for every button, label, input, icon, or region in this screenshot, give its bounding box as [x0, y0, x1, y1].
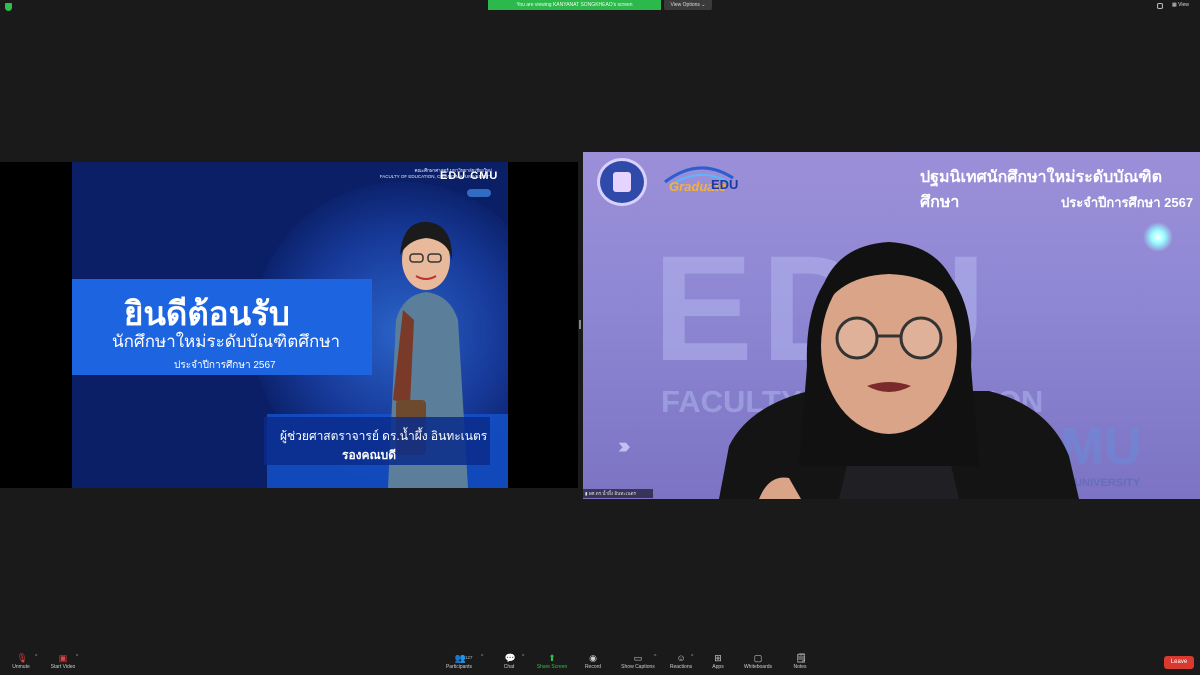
notes-label: Notes	[793, 664, 807, 670]
chat-icon: 💬	[504, 653, 516, 663]
captions-icon: ▭	[633, 653, 643, 663]
start-video-label: Start Video	[50, 664, 76, 670]
muted-microphone-icon: 🎙	[16, 653, 28, 663]
participants-button[interactable]: 👥 Participants	[440, 650, 478, 675]
security-shield-icon[interactable]	[5, 3, 12, 11]
slide-presenter-position: รองคณบดี	[342, 448, 397, 462]
whiteboards-button[interactable]: ▢ Whiteboards	[738, 650, 778, 675]
leave-button[interactable]: Leave	[1164, 656, 1194, 669]
camera-subtitle: ประจำปีการศึกษา 2567	[1061, 195, 1194, 210]
participants-count: 127	[465, 655, 473, 660]
view-options-button[interactable]: View Options ⌄	[664, 0, 712, 10]
view-label: View	[1178, 2, 1189, 8]
whiteboard-icon: ▢	[753, 653, 763, 663]
panel-resize-handle[interactable]	[579, 320, 581, 329]
participant-video-person	[719, 242, 1079, 499]
share-screen-label: Share Screen	[536, 664, 568, 670]
video-options-caret[interactable]: ^	[76, 654, 78, 660]
record-label: Record	[584, 664, 602, 670]
video-off-icon: ▣	[58, 653, 68, 663]
share-screen-icon: ⬆	[548, 653, 556, 663]
apps-button[interactable]: ⊞ Apps	[708, 650, 728, 675]
chat-label: Chat	[503, 664, 515, 670]
show-captions-label: Show Captions	[621, 664, 655, 670]
slide-academic-year: ประจำปีการศึกษา 2567	[174, 360, 276, 371]
participant-name-tag: ▮ ผศ.ดร.น้ำผึ้ง อินทะเนตร	[583, 489, 653, 498]
audio-options-caret[interactable]: ^	[35, 654, 37, 660]
whiteboards-label: Whiteboards	[743, 664, 773, 670]
record-button[interactable]: ◉ Record	[580, 650, 606, 675]
unmute-button[interactable]: 🎙 Unmute	[8, 650, 34, 675]
user-icon[interactable]	[1157, 3, 1163, 9]
participant-video-panel: EDU FACULTY OF EDUCATION CMU MAI UNIVERS…	[583, 152, 1200, 499]
reactions-options-caret[interactable]: ^	[691, 654, 693, 660]
participants-options-caret[interactable]: ^	[481, 654, 483, 660]
slide-presenter-name: ผู้ช่วยศาสตราจารย์ ดร.น้ำผึ้ง อินทะเนตร	[280, 429, 488, 443]
participant-name-label: ผศ.ดร.น้ำผึ้ง อินทะเนตร	[588, 491, 636, 496]
share-screen-button[interactable]: ⬆ Share Screen	[532, 650, 572, 675]
participants-icon: 👥	[454, 653, 466, 663]
notes-button[interactable]: 🗒 Notes	[788, 650, 812, 675]
chat-button[interactable]: 💬 Chat	[498, 650, 520, 675]
presentation-slide: คณะศึกษาศาสตร์ มหาวิทยาลัยเชียงใหม่ FACU…	[72, 162, 508, 488]
edu-logo-text: EDU	[711, 177, 739, 192]
captions-options-caret[interactable]: ^	[654, 654, 656, 660]
view-options-label: View Options	[670, 2, 700, 8]
participants-label: Participants	[445, 664, 473, 670]
reactions-label: Reactions	[669, 664, 693, 670]
record-icon: ◉	[589, 653, 597, 663]
reactions-icon: ☺	[676, 653, 686, 663]
edu-cmu-logo: EDU CMU	[440, 170, 499, 182]
shared-screen-panel: คณะศึกษาศาสตร์ มหาวิทยาลัยเชียงใหม่ FACU…	[0, 162, 578, 488]
meeting-toolbar: 🎙 Unmute ^ ▣ Start Video ^ 👥 Participant…	[0, 650, 1200, 675]
unmute-label: Unmute	[12, 664, 30, 670]
meeting-top-bar: You are viewing KANYANAT SONGKHEAO's scr…	[0, 0, 1200, 12]
light-flare	[1143, 222, 1173, 252]
apps-label: Apps	[712, 664, 724, 670]
viewing-screen-banner: You are viewing KANYANAT SONGKHEAO's scr…	[488, 0, 661, 10]
chat-options-caret[interactable]: ^	[522, 654, 524, 660]
apps-icon: ⊞	[714, 653, 722, 663]
university-seal-icon	[597, 158, 647, 206]
chevron-decoration-icon: ›››››	[618, 433, 630, 458]
graduate-mini-logo	[467, 189, 491, 197]
notes-icon: 🗒	[795, 653, 807, 663]
slide-subtitle: นักศึกษาใหม่ระดับบัณฑิตศึกษา	[112, 332, 341, 351]
view-button[interactable]: ▦ View	[1172, 2, 1189, 8]
start-video-button[interactable]: ▣ Start Video	[46, 650, 80, 675]
